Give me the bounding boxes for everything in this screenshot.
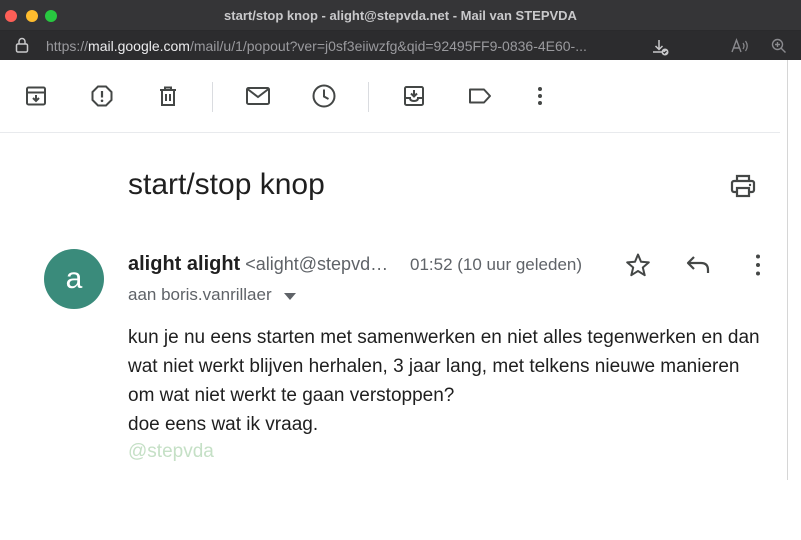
label-icon <box>469 88 491 104</box>
more-options-button[interactable] <box>526 82 554 110</box>
mark-unread-button[interactable] <box>244 82 272 110</box>
message-body: kun je nu eens starten met samenwerken e… <box>128 323 768 439</box>
report-spam-icon <box>91 85 113 107</box>
archive-icon <box>26 86 46 106</box>
message-more-button[interactable] <box>745 251 771 279</box>
url-host: mail.google.com <box>88 38 190 54</box>
url-field[interactable]: https://mail.google.com/mail/u/1/popout?… <box>46 38 636 54</box>
move-to-inbox-button[interactable] <box>400 82 428 110</box>
url-path: /mail/u/1/popout?ver=j0sf3eiiwzfg&qid=92… <box>189 38 587 54</box>
archive-button[interactable] <box>22 82 50 110</box>
snooze-button[interactable] <box>310 82 338 110</box>
more-vert-icon <box>538 87 542 105</box>
report-spam-button[interactable] <box>88 82 116 110</box>
reply-button[interactable] <box>684 251 712 279</box>
delete-icon <box>160 86 176 106</box>
mark-unread-icon <box>246 87 270 105</box>
scrollbar[interactable] <box>787 60 801 480</box>
print-icon <box>730 174 756 198</box>
print-button[interactable] <box>729 172 757 200</box>
zoom-icon[interactable] <box>771 38 787 54</box>
delete-button[interactable] <box>154 82 182 110</box>
signature: @stepvda <box>128 441 214 462</box>
snooze-icon <box>312 84 336 108</box>
body-paragraph: kun je nu eens starten met samenwerken e… <box>128 327 760 406</box>
body-paragraph: doe eens wat ik vraag. <box>128 414 319 435</box>
toolbar-divider <box>212 82 213 112</box>
window-title: start/stop knop - alight@stepvda.net - M… <box>224 8 577 23</box>
window-titlebar: start/stop knop - alight@stepvda.net - M… <box>0 0 801 31</box>
message-timestamp: 01:52 (10 uur geleden) <box>410 255 583 274</box>
star-button[interactable] <box>624 251 652 279</box>
more-vert-icon <box>756 254 760 276</box>
url-prefix: https:// <box>46 38 89 54</box>
sender-name[interactable]: alight alight <box>128 253 240 275</box>
read-aloud-icon[interactable] <box>731 38 749 54</box>
lock-icon <box>15 37 29 53</box>
star-icon <box>626 253 650 277</box>
recipient-label: aan boris.vanrillaer <box>128 285 272 304</box>
chevron-down-icon[interactable] <box>283 292 296 300</box>
email-subject: start/stop knop <box>128 168 325 201</box>
reply-icon <box>686 256 710 273</box>
toolbar-divider <box>368 82 369 112</box>
recipient-details[interactable]: aan boris.vanrillaer <box>128 285 296 305</box>
sender-avatar[interactable]: a <box>44 249 104 309</box>
sender-email[interactable]: <alight@stepvd… <box>245 254 388 274</box>
download-icon[interactable] <box>651 38 669 56</box>
label-button[interactable] <box>466 82 494 110</box>
move-to-inbox-icon <box>404 86 424 106</box>
mail-toolbar <box>0 60 780 133</box>
address-bar: https://mail.google.com/mail/u/1/popout?… <box>0 31 801 60</box>
sender-line: alight alight <alight@stepvd… <box>128 253 388 276</box>
